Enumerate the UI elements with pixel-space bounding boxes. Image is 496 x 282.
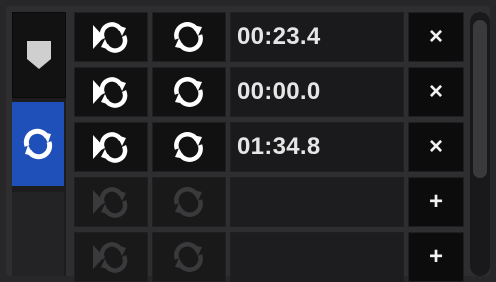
loop-icon xyxy=(18,124,58,164)
loop-toggle-button[interactable] xyxy=(152,12,226,62)
loop-panel-frame: 00:23.4 × 00:00.0 × 01:34.8 × + + xyxy=(0,0,496,282)
set-loop-in-button[interactable] xyxy=(74,232,148,282)
loop-in-icon xyxy=(89,239,133,275)
loop-in-icon xyxy=(89,74,133,110)
side-tab-strip xyxy=(12,12,66,276)
cue-marker-icon xyxy=(24,38,54,72)
loop-icon xyxy=(169,184,209,220)
loop-toggle-button[interactable] xyxy=(152,177,226,227)
loop-in-icon xyxy=(89,184,133,220)
loop-icon xyxy=(169,19,209,55)
loop-time[interactable]: 01:34.8 xyxy=(230,122,404,172)
tab-cues[interactable] xyxy=(12,12,66,98)
loop-toggle-button[interactable] xyxy=(152,232,226,282)
tab-strip-filler xyxy=(12,192,64,276)
loop-time[interactable]: 00:23.4 xyxy=(230,12,404,62)
remove-loop-button[interactable]: × xyxy=(408,12,464,62)
set-loop-in-button[interactable] xyxy=(74,177,148,227)
scrollbar[interactable] xyxy=(470,12,490,276)
add-loop-button[interactable]: + xyxy=(408,232,464,282)
set-loop-in-button[interactable] xyxy=(74,12,148,62)
add-loop-button[interactable]: + xyxy=(408,177,464,227)
loop-toggle-button[interactable] xyxy=(152,67,226,117)
scroll-thumb[interactable] xyxy=(473,20,487,178)
loop-icon xyxy=(169,74,209,110)
loop-time[interactable] xyxy=(230,232,404,282)
loop-row: + xyxy=(74,177,464,227)
loop-toggle-button[interactable] xyxy=(152,122,226,172)
loop-in-icon xyxy=(89,19,133,55)
loop-icon xyxy=(169,129,209,165)
set-loop-in-button[interactable] xyxy=(74,122,148,172)
loop-time[interactable]: 00:00.0 xyxy=(230,67,404,117)
loop-in-icon xyxy=(89,129,133,165)
loop-row: 00:00.0 × xyxy=(74,67,464,117)
tab-loops[interactable] xyxy=(12,102,64,186)
loop-row: 00:23.4 × xyxy=(74,12,464,62)
remove-loop-button[interactable]: × xyxy=(408,67,464,117)
set-loop-in-button[interactable] xyxy=(74,67,148,117)
loop-time[interactable] xyxy=(230,177,404,227)
loop-row: + xyxy=(74,232,464,282)
remove-loop-button[interactable]: × xyxy=(408,122,464,172)
loop-row: 01:34.8 × xyxy=(74,122,464,172)
loop-icon xyxy=(169,239,209,275)
